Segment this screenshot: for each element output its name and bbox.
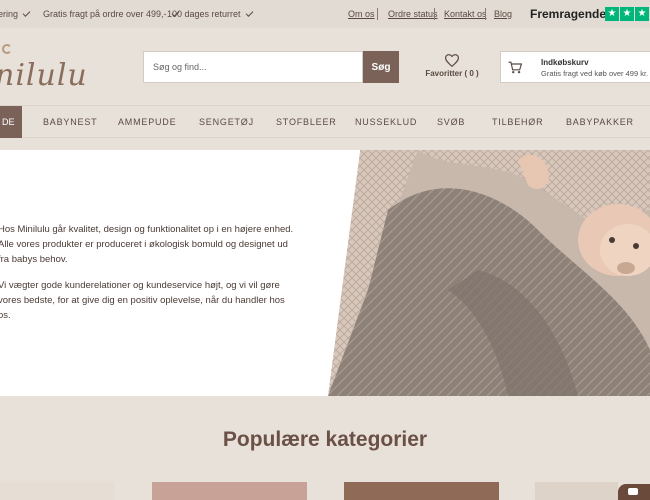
hero-paragraph: Vi vægter gode kunderelationer og kundes… bbox=[0, 280, 285, 321]
cart-subtitle: Gratis fragt ved køb over 499 kr. bbox=[541, 69, 649, 78]
cart-button[interactable]: Indkøbskurv Gratis fragt ved køb over 49… bbox=[500, 51, 650, 83]
check-icon bbox=[22, 9, 31, 17]
link-contact[interactable]: Kontakt os bbox=[444, 9, 487, 19]
header: nilulu Søg Favoritter ( 0 ) Indkøbskurv … bbox=[0, 28, 650, 105]
nav-item-sengetoj[interactable]: SENGETØJ bbox=[199, 117, 254, 127]
nav-item-ammepude[interactable]: AMMEPUDE bbox=[118, 117, 176, 127]
link-order-status[interactable]: Ordre status bbox=[388, 9, 438, 19]
star-icon: ★ bbox=[635, 7, 649, 21]
section-title: Populære kategorier bbox=[222, 428, 428, 451]
star-icon: ★ bbox=[605, 7, 619, 21]
heart-icon bbox=[445, 54, 459, 67]
trustpilot-rating[interactable]: Fremragende bbox=[530, 7, 606, 21]
star-icon: ★ bbox=[620, 7, 634, 21]
nav-item-babynest[interactable]: BABYNEST bbox=[43, 117, 97, 127]
link-blog[interactable]: Blog bbox=[494, 9, 512, 19]
category-tile[interactable] bbox=[152, 482, 307, 500]
top-bar: ering Gratis fragt på ordre over 499,- 1… bbox=[0, 0, 650, 28]
divider bbox=[434, 8, 435, 20]
hero-text-panel: Hos Minilulu går kvalitet, design og fun… bbox=[0, 150, 365, 396]
search-bar: Søg bbox=[143, 51, 399, 83]
logo[interactable]: nilulu bbox=[0, 58, 88, 93]
nav-item-active[interactable]: DE bbox=[0, 106, 22, 138]
trustpilot-stars[interactable]: ★ ★ ★ bbox=[605, 7, 649, 21]
chat-button[interactable] bbox=[618, 484, 650, 500]
main-nav: DE BABYNEST AMMEPUDE SENGETØJ STOFBLEER … bbox=[0, 105, 650, 138]
nav-item-tilbehor[interactable]: TILBEHØR bbox=[492, 117, 543, 127]
nav-item-svob[interactable]: SVØB bbox=[437, 117, 465, 127]
cart-title: Indkøbskurv bbox=[541, 58, 589, 67]
divider bbox=[485, 8, 486, 20]
search-input[interactable] bbox=[143, 51, 363, 83]
category-tile[interactable] bbox=[0, 482, 115, 500]
category-tile[interactable] bbox=[535, 482, 618, 500]
hero-paragraph: Hos Minilulu går kvalitet, design og fun… bbox=[0, 224, 294, 265]
category-tile[interactable] bbox=[344, 482, 499, 500]
nav-item-stofbleer[interactable]: STOFBLEER bbox=[276, 117, 337, 127]
hero-section: Hos Minilulu går kvalitet, design og fun… bbox=[0, 150, 650, 396]
nav-item-nusseklud[interactable]: NUSSEKLUD bbox=[355, 117, 417, 127]
nav-item-babypakker[interactable]: BABYPAKKER bbox=[566, 117, 634, 127]
link-about[interactable]: Om os bbox=[348, 9, 375, 19]
search-button[interactable]: Søg bbox=[363, 51, 399, 83]
hero-image bbox=[328, 150, 650, 396]
favorites-label: Favoritter ( 0 ) bbox=[425, 69, 479, 78]
usp-item: Gratis fragt på ordre over 499,- bbox=[43, 9, 179, 19]
divider bbox=[377, 8, 378, 20]
check-icon bbox=[245, 9, 253, 17]
usp-item: ering bbox=[0, 9, 31, 19]
cart-icon bbox=[508, 61, 522, 74]
usp-item: 100 dages returret bbox=[167, 9, 253, 19]
moon-icon bbox=[2, 44, 12, 54]
favorites-button[interactable]: Favoritter ( 0 ) bbox=[425, 54, 479, 78]
